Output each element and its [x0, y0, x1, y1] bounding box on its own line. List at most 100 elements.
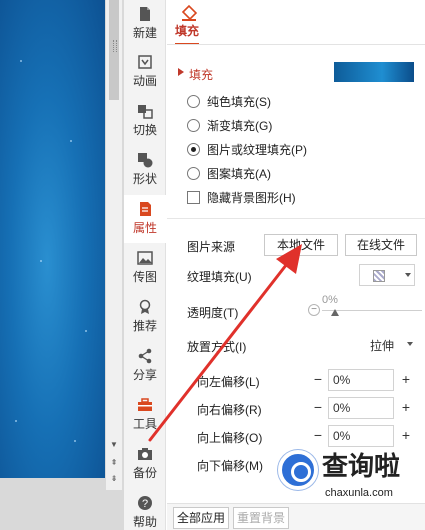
help-icon: ?: [138, 496, 152, 510]
radio-button[interactable]: [187, 166, 200, 180]
slide-canvas-area: ▼ ⇞ ⇟: [0, 0, 124, 530]
sidebar-item-label: 新建: [132, 26, 157, 40]
backup-icon: [138, 448, 152, 460]
plus-icon[interactable]: +: [396, 369, 416, 391]
local-file-button[interactable]: 本地文件: [264, 234, 338, 256]
watermark-url: chaxunla.com: [325, 487, 393, 499]
offset-right-input[interactable]: 0%: [328, 397, 394, 419]
slide-texture-dot: [40, 260, 42, 262]
tab-fill[interactable]: 填充: [175, 22, 200, 45]
site-watermark: 查询啦 chaxunla.com: [270, 442, 420, 512]
animation-icon: [138, 55, 152, 69]
sidebar-item-animation[interactable]: 动画: [124, 48, 166, 96]
online-file-button[interactable]: 在线文件: [345, 234, 417, 256]
sidebar-item-label: 工具: [132, 417, 157, 431]
svg-text:?: ?: [142, 498, 148, 510]
scroll-down-icon[interactable]: ▼: [108, 438, 120, 452]
chevron-down-icon: [407, 342, 413, 346]
chevron-down-icon: [405, 273, 411, 277]
canvas-vertical-scrollbar[interactable]: [106, 0, 122, 490]
radio-picture-texture-fill[interactable]: 图片或纹理填充(P): [187, 140, 307, 158]
texture-fill-dropdown[interactable]: [359, 264, 415, 286]
fill-section-title[interactable]: 填充: [189, 66, 213, 83]
checkbox-label: 隐藏背景图形(H): [207, 190, 296, 205]
fill-bucket-icon: [181, 4, 198, 21]
texture-swatch: [373, 270, 385, 282]
panel-grip-icon[interactable]: [113, 40, 117, 52]
sidebar-item-label: 分享: [132, 368, 157, 382]
slide-texture-dot: [70, 140, 72, 142]
slide-preview[interactable]: [0, 0, 105, 478]
radio-label: 图片或纹理填充(P): [207, 142, 307, 157]
section-divider: [167, 218, 425, 219]
picture-source-label: 图片来源: [187, 240, 236, 254]
page-down-icon[interactable]: ⇟: [108, 472, 120, 486]
share-icon: [138, 348, 152, 364]
radio-gradient-fill[interactable]: 渐变填充(G): [187, 116, 272, 134]
sidebar-item-share[interactable]: 分享: [124, 342, 166, 390]
sidebar-item-shape[interactable]: 形状: [124, 146, 166, 194]
sidebar-item-upload-image[interactable]: 传图: [124, 244, 166, 292]
transition-icon: [138, 105, 153, 119]
placement-dropdown[interactable]: 拉伸: [365, 333, 417, 355]
tab-divider: [167, 44, 425, 45]
transparency-value: 0%: [322, 294, 338, 306]
recommend-icon: [139, 299, 151, 314]
properties-icon: [140, 202, 151, 216]
checkbox[interactable]: [187, 190, 200, 204]
sidebar-item-label: 帮助: [132, 515, 157, 529]
fill-preview-swatch: [334, 62, 414, 82]
radio-label: 渐变填充(G): [207, 118, 273, 133]
shape-icon: [138, 153, 153, 168]
radio-button[interactable]: [187, 94, 200, 108]
offset-down-label: 向下偏移(M): [197, 459, 263, 473]
upload-image-icon: [137, 251, 153, 265]
sidebar-item-help[interactable]: ? 帮助: [124, 489, 166, 530]
sidebar-item-label: 传图: [132, 270, 157, 284]
slide-texture-dot: [74, 440, 76, 442]
page-up-icon[interactable]: ⇞: [108, 456, 120, 470]
new-doc-icon: [140, 7, 150, 21]
watermark-logo-icon: [278, 450, 318, 490]
texture-fill-label: 纹理填充(U): [187, 270, 252, 284]
plus-icon[interactable]: +: [396, 397, 416, 419]
sidebar-item-label: 动画: [132, 74, 157, 88]
radio-button[interactable]: [187, 118, 200, 132]
sidebar-item-label: 切换: [132, 123, 157, 137]
slide-texture-dot: [15, 420, 17, 422]
radio-pattern-fill[interactable]: 图案填充(A): [187, 164, 271, 182]
transparency-label: 透明度(T): [187, 306, 239, 320]
offset-left-stepper[interactable]: − 0% +: [308, 369, 413, 391]
sidebar-item-label: 形状: [132, 172, 157, 186]
collapse-triangle-icon[interactable]: [178, 68, 184, 76]
apply-all-button[interactable]: 全部应用: [173, 507, 229, 529]
offset-left-input[interactable]: 0%: [328, 369, 394, 391]
placement-value: 拉伸: [370, 339, 395, 353]
sidebar-item-label: 备份: [132, 466, 157, 480]
offset-right-stepper[interactable]: − 0% +: [308, 397, 413, 419]
offset-left-label: 向左偏移(L): [197, 375, 260, 389]
task-pane-sidebar: 新建 动画 切换 形状 属性 传图 推荐 分享 工具 备份 ? 帮助: [124, 0, 166, 530]
slide-texture-dot: [85, 330, 87, 332]
sidebar-item-properties[interactable]: 属性: [124, 195, 166, 243]
offset-up-label: 向上偏移(O): [197, 431, 263, 445]
transparency-slider[interactable]: − 0%: [308, 294, 425, 322]
sidebar-item-backup[interactable]: 备份: [124, 440, 166, 488]
slide-texture-dot: [20, 60, 22, 62]
radio-solid-fill[interactable]: 纯色填充(S): [187, 92, 271, 110]
sidebar-item-new[interactable]: 新建: [124, 0, 166, 48]
minus-icon[interactable]: −: [308, 304, 320, 316]
toolbox-icon: [138, 398, 152, 411]
radio-button-selected[interactable]: [187, 142, 200, 156]
sidebar-item-transition[interactable]: 切换: [124, 97, 166, 145]
sidebar-item-toolbox[interactable]: 工具: [124, 391, 166, 439]
slider-thumb[interactable]: [331, 309, 339, 316]
watermark-text: 查询啦: [322, 452, 401, 482]
sidebar-item-label: 推荐: [132, 319, 157, 333]
offset-right-label: 向右偏移(R): [197, 403, 262, 417]
minus-icon[interactable]: −: [308, 369, 328, 391]
sidebar-item-recommend[interactable]: 推荐: [124, 293, 166, 341]
sidebar-item-label: 属性: [132, 221, 157, 235]
checkbox-hide-background-graphics[interactable]: 隐藏背景图形(H): [187, 188, 296, 206]
minus-icon[interactable]: −: [308, 397, 328, 419]
